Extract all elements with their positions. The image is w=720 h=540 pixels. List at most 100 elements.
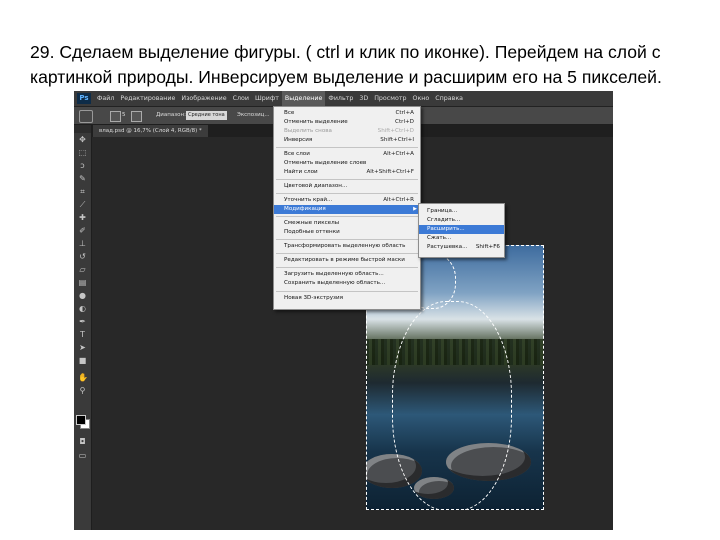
menu-item-shortcut: Alt+Ctrl+A xyxy=(383,151,414,157)
menu-item-shortcut: Shift+Ctrl+D xyxy=(377,128,414,134)
submenu-arrow-icon: ▶ xyxy=(413,206,417,212)
gradient-icon[interactable]: ▤ xyxy=(78,278,87,287)
quick-select-icon[interactable]: ✎ xyxy=(78,174,87,183)
menu-item-find-layers[interactable]: Найти слои Alt+Shift+Ctrl+F xyxy=(274,168,420,177)
menu-item-label: Уточнить край... xyxy=(284,197,333,203)
menu-item-save-selection[interactable]: Сохранить выделенную область... xyxy=(274,279,420,288)
menu-item-shortcut: Alt+Ctrl+R xyxy=(383,197,414,203)
menu-item-shortcut: Shift+Ctrl+I xyxy=(380,137,414,143)
type-icon[interactable]: T xyxy=(78,330,87,339)
screen-mode-icon[interactable]: ▭ xyxy=(78,451,87,460)
select-menu-dropdown: Все Ctrl+A Отменить выделение Ctrl+D Выдел… xyxy=(273,106,421,310)
menu-item-modify[interactable]: Модификация ▶ xyxy=(274,205,420,214)
menu-item-color-range[interactable]: Цветовой диапазон... xyxy=(274,182,420,191)
menu-item-label: Отменить выделение xyxy=(284,119,348,125)
zoom-icon[interactable]: ⚲ xyxy=(78,386,87,395)
shape-icon[interactable]: ■ xyxy=(78,356,87,365)
menu-item-label: Новая 3D-экструзия xyxy=(284,295,343,301)
brush-size-value: 5 xyxy=(122,112,126,118)
clone-stamp-icon[interactable]: ⊥ xyxy=(78,239,87,248)
menu-separator xyxy=(276,147,418,148)
menu-item-all-layers[interactable]: Все слои Alt+Ctrl+A xyxy=(274,150,420,159)
range-label: Диапазон: xyxy=(156,112,186,118)
history-brush-icon[interactable]: ↺ xyxy=(78,252,87,261)
menu-item-deselect[interactable]: Отменить выделение Ctrl+D xyxy=(274,118,420,127)
range-select[interactable]: Средние тона xyxy=(186,111,227,120)
menu-select[interactable]: Выделение xyxy=(281,91,326,106)
menu-separator xyxy=(276,216,418,217)
menu-item-3d-extrusion[interactable]: Новая 3D-экструзия xyxy=(274,294,420,303)
exposure-label: Экспозиц... xyxy=(237,112,270,118)
toolbox-header[interactable] xyxy=(74,125,91,133)
submenu-item-label: Граница... xyxy=(427,208,458,214)
document-tab[interactable]: влад.psd @ 16,7% (Слой 4, RGB/8) * xyxy=(93,125,208,137)
menu-item-shortcut: Alt+Shift+Ctrl+F xyxy=(366,169,414,175)
quick-mask-icon[interactable]: ◘ xyxy=(78,437,87,446)
menu-bar: Ps Файл Редактирование Изображение Слои … xyxy=(74,91,613,107)
move-tool-icon[interactable]: ✥ xyxy=(78,135,87,144)
lasso-tool-icon[interactable]: ↄ xyxy=(78,161,87,170)
menu-item-deselect-layers[interactable]: Отменить выделение слоев xyxy=(274,159,420,168)
menu-3d[interactable]: 3D xyxy=(356,91,371,106)
crop-tool-icon[interactable]: ⌗ xyxy=(78,187,87,196)
healing-brush-icon[interactable]: ✚ xyxy=(78,213,87,222)
foreground-color-swatch[interactable] xyxy=(76,415,86,425)
menu-item-select-all[interactable]: Все Ctrl+A xyxy=(274,109,420,118)
menu-item-similar[interactable]: Подобные оттенки xyxy=(274,228,420,237)
menu-item-reselect[interactable]: Выделить снова Shift+Ctrl+D xyxy=(274,127,420,136)
submenu-item-shortcut: Shift+F6 xyxy=(475,244,500,250)
photoshop-window: Ps Файл Редактирование Изображение Слои … xyxy=(74,91,613,530)
submenu-item-label: Сгладить... xyxy=(427,217,461,223)
blur-icon[interactable]: ● xyxy=(78,291,87,300)
path-select-icon[interactable]: ➤ xyxy=(78,343,87,352)
menu-file[interactable]: Файл xyxy=(94,91,117,106)
marquee-tool-icon[interactable]: ⬚ xyxy=(78,148,87,157)
submenu-item-border[interactable]: Граница... xyxy=(419,207,504,216)
menu-item-label: Подобные оттенки xyxy=(284,229,340,235)
menu-image[interactable]: Изображение xyxy=(178,91,229,106)
menu-layers[interactable]: Слои xyxy=(230,91,252,106)
submenu-item-contract[interactable]: Сжать... xyxy=(419,234,504,243)
submenu-item-label: Расширить... xyxy=(427,226,465,232)
menu-window[interactable]: Окно xyxy=(410,91,433,106)
menu-type[interactable]: Шрифт xyxy=(252,91,282,106)
menu-separator xyxy=(276,267,418,268)
hand-icon[interactable]: ✋ xyxy=(78,373,88,382)
menu-item-label: Отменить выделение слоев xyxy=(284,160,367,166)
menu-edit[interactable]: Редактирование xyxy=(117,91,178,106)
submenu-item-label: Растушевка... xyxy=(427,244,468,250)
menu-item-label: Выделить снова xyxy=(284,128,332,134)
menu-help[interactable]: Справка xyxy=(432,91,466,106)
eraser-icon[interactable]: ▱ xyxy=(78,265,87,274)
submenu-item-feather[interactable]: Растушевка... Shift+F6 xyxy=(419,243,504,252)
menu-separator xyxy=(276,239,418,240)
menu-separator xyxy=(276,291,418,292)
menu-view[interactable]: Просмотр xyxy=(371,91,409,106)
menu-item-label: Инверсия xyxy=(284,137,313,143)
submenu-item-expand[interactable]: Расширить... xyxy=(419,225,504,234)
menu-item-inverse[interactable]: Инверсия Shift+Ctrl+I xyxy=(274,136,420,145)
menu-item-label: Модификация xyxy=(284,206,326,212)
menu-item-label: Смежные пикселы xyxy=(284,220,340,226)
pen-icon[interactable]: ✒ xyxy=(78,317,87,326)
brush-icon[interactable]: ✐ xyxy=(78,226,87,235)
airbrush-icon[interactable] xyxy=(110,111,121,122)
eyedropper-icon[interactable]: ⟋ xyxy=(78,200,87,209)
submenu-item-smooth[interactable]: Сгладить... xyxy=(419,216,504,225)
brush-tool-icon[interactable] xyxy=(79,110,93,123)
settings-icon[interactable] xyxy=(131,111,142,122)
menu-item-label: Сохранить выделенную область... xyxy=(284,280,386,286)
submenu-item-label: Сжать... xyxy=(427,235,452,241)
menu-item-label: Цветовой диапазон... xyxy=(284,183,348,189)
menu-separator xyxy=(276,193,418,194)
dodge-icon[interactable]: ◐ xyxy=(78,304,87,313)
menu-separator xyxy=(276,179,418,180)
menu-item-label: Трансформировать выделенную область xyxy=(284,243,406,249)
menu-item-load-selection[interactable]: Загрузить выделенную область... xyxy=(274,270,420,279)
menu-item-refine-edge[interactable]: Уточнить край... Alt+Ctrl+R xyxy=(274,196,420,205)
menu-filter[interactable]: Фильтр xyxy=(325,91,356,106)
menu-item-quick-mask[interactable]: Редактировать в режиме быстрой маски xyxy=(274,256,420,265)
menu-item-grow[interactable]: Смежные пикселы xyxy=(274,219,420,228)
menu-item-label: Найти слои xyxy=(284,169,318,175)
menu-item-transform-selection[interactable]: Трансформировать выделенную область xyxy=(274,242,420,251)
